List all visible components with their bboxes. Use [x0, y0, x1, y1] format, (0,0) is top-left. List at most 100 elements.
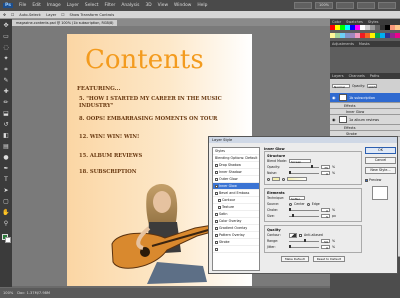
jitter-slider[interactable] [289, 245, 319, 248]
type-tool-icon[interactable]: T [2, 176, 10, 184]
swatch[interactable] [395, 33, 400, 38]
swatch-grid[interactable] [330, 25, 400, 41]
style-checkbox[interactable] [215, 219, 218, 223]
tab-paths[interactable]: Paths [370, 73, 380, 79]
style-checkbox[interactable] [215, 212, 218, 216]
screen-mode-button[interactable] [378, 2, 396, 9]
style-checkbox[interactable] [215, 240, 218, 244]
stamp-tool-icon[interactable]: ⬓ [2, 110, 10, 118]
layer-row[interactable]: ◉ 1a album reviews [330, 115, 400, 125]
marquee-tool-icon[interactable]: ▭ [2, 33, 10, 41]
menu-help[interactable]: Help [197, 3, 207, 8]
ok-button[interactable]: OK [365, 147, 396, 154]
glow-color-swatch[interactable] [272, 177, 280, 181]
style-item[interactable]: Bevel and Emboss [213, 190, 259, 197]
contour-picker[interactable] [289, 232, 297, 238]
preview-checkbox[interactable] [365, 178, 368, 182]
shape-tool-icon[interactable]: ▢ [2, 198, 10, 206]
new-style-button[interactable]: New Style... [365, 167, 396, 174]
pen-tool-icon[interactable]: ✒ [2, 165, 10, 173]
gradient-swatch[interactable] [287, 177, 307, 181]
style-checkbox[interactable] [215, 247, 218, 251]
choke-field[interactable]: 0 [321, 207, 330, 213]
menu-view[interactable]: View [158, 3, 168, 8]
path-select-icon[interactable]: ➤ [2, 187, 10, 195]
eraser-tool-icon[interactable]: ◧ [2, 132, 10, 140]
lasso-tool-icon[interactable]: ◌ [2, 44, 10, 52]
style-checkbox[interactable] [218, 198, 221, 202]
transform-controls-label: Show Transform Controls [69, 12, 115, 17]
eye-icon[interactable]: ◉ [332, 117, 337, 122]
zoom-tool-icon[interactable]: ⚲ [2, 220, 10, 228]
style-checkbox[interactable] [215, 233, 218, 237]
choke-slider[interactable] [289, 208, 319, 211]
source-center-radio[interactable] [289, 202, 292, 206]
dodge-tool-icon[interactable]: ● [2, 154, 10, 162]
style-item[interactable]: Stroke [213, 239, 259, 246]
style-checkbox[interactable] [215, 163, 218, 167]
bridge-button[interactable] [294, 2, 312, 9]
brush-tool-icon[interactable]: ✏ [2, 99, 10, 107]
eyedropper-tool-icon[interactable]: ✎ [2, 77, 10, 85]
tab-masks[interactable]: Masks [359, 41, 370, 47]
style-checkbox[interactable] [218, 205, 221, 209]
opacity-field[interactable]: 100% [367, 83, 378, 89]
opacity-slider[interactable] [289, 165, 319, 168]
technique-select[interactable]: Softer [289, 195, 305, 201]
layer-dropdown[interactable]: Layer [46, 13, 56, 17]
gradient-tool-icon[interactable]: ▤ [2, 143, 10, 151]
cancel-button[interactable]: Cancel [365, 157, 396, 164]
tab-adjustments[interactable]: Adjustments [332, 41, 354, 47]
menu-file[interactable]: File [19, 3, 26, 8]
tab-channels[interactable]: Channels [349, 73, 365, 79]
hand-tool-icon[interactable]: ✋ [2, 209, 10, 217]
swatch[interactable] [395, 25, 400, 30]
anti-aliased-checkbox[interactable] [299, 233, 302, 237]
tab-layers[interactable]: Layers [332, 73, 344, 79]
range-slider[interactable] [289, 239, 319, 242]
reset-default-button[interactable]: Reset to Default [312, 256, 346, 262]
solid-color-radio[interactable] [267, 177, 270, 181]
size-field[interactable]: 5 [321, 213, 330, 219]
auto-select-checkbox[interactable]: ☐ [11, 13, 14, 17]
arrange-button[interactable] [336, 2, 354, 9]
make-default-button[interactable]: Make Default [280, 256, 309, 262]
style-checkbox[interactable] [215, 177, 218, 181]
menu-filter[interactable]: Filter [104, 3, 115, 8]
style-checkbox[interactable] [215, 191, 218, 195]
menu-3d[interactable]: 3D [145, 3, 151, 8]
layer-row[interactable]: ◉ 1b subscription [330, 93, 400, 103]
menu-layer[interactable]: Layer [67, 3, 79, 8]
style-checkbox[interactable] [215, 170, 218, 174]
opacity-field[interactable]: 75 [321, 164, 330, 170]
zoom-level-button[interactable]: 100% [315, 2, 333, 9]
style-item[interactable] [213, 246, 259, 253]
blend-mode-select[interactable]: Screen [289, 158, 311, 164]
style-item[interactable]: Contour [213, 197, 259, 204]
color-swatches[interactable] [1, 234, 11, 243]
gradient-radio[interactable] [282, 177, 285, 181]
noise-field[interactable]: 0 [321, 170, 330, 176]
workspace-button[interactable] [357, 2, 375, 9]
healing-tool-icon[interactable]: ✚ [2, 88, 10, 96]
blend-mode-select[interactable]: Normal [332, 83, 350, 89]
history-brush-icon[interactable]: ↺ [2, 121, 10, 129]
wand-tool-icon[interactable]: ✦ [2, 55, 10, 63]
move-tool-icon[interactable]: ✥ [2, 22, 10, 30]
menu-analysis[interactable]: Analysis [121, 3, 139, 8]
crop-tool-icon[interactable]: ⌗ [2, 66, 10, 74]
range-field[interactable]: 50 [321, 238, 330, 244]
zoom-readout[interactable]: 100% [3, 291, 13, 295]
menu-select[interactable]: Select [85, 3, 99, 8]
eye-icon[interactable]: ◉ [332, 95, 337, 100]
noise-slider[interactable] [289, 171, 319, 174]
menu-window[interactable]: Window [174, 3, 191, 8]
source-edge-radio[interactable] [306, 202, 310, 206]
transform-controls-checkbox[interactable]: ☐ [61, 13, 64, 17]
menu-edit[interactable]: Edit [32, 3, 41, 8]
style-checkbox[interactable] [215, 184, 218, 188]
jitter-field[interactable]: 0 [321, 244, 330, 250]
size-slider[interactable] [289, 214, 319, 217]
style-checkbox[interactable] [215, 226, 218, 230]
menu-image[interactable]: Image [47, 3, 61, 8]
